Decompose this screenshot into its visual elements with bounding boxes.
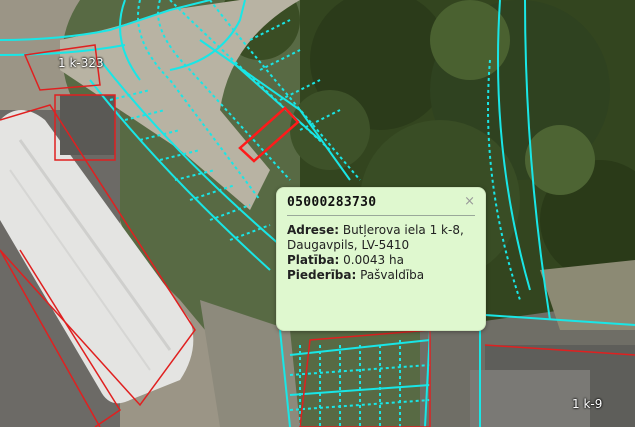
parcel-label-1k9: 1 k-9: [572, 397, 603, 411]
parcel-info-popup: × 05000283730 Adrese: Butļerova iela 1 k…: [276, 187, 486, 331]
close-icon[interactable]: ×: [464, 194, 475, 209]
area-row: Platība: 0.0043 ha: [287, 253, 475, 268]
area-value: 0.0043 ha: [343, 253, 404, 267]
address-row: Adrese: Butļerova iela 1 k-8, Daugavpils…: [287, 223, 475, 253]
popup-divider: [287, 215, 475, 216]
ownership-row: Piederība: Pašvaldība: [287, 268, 475, 283]
popup-title: 05000283730: [287, 195, 377, 210]
parcel-label-1k323: 1 k-323: [58, 56, 104, 70]
ownership-value: Pašvaldība: [360, 268, 425, 282]
address-label: Adrese:: [287, 223, 340, 237]
ownership-label: Piederība:: [287, 268, 357, 282]
area-label: Platība:: [287, 253, 340, 267]
